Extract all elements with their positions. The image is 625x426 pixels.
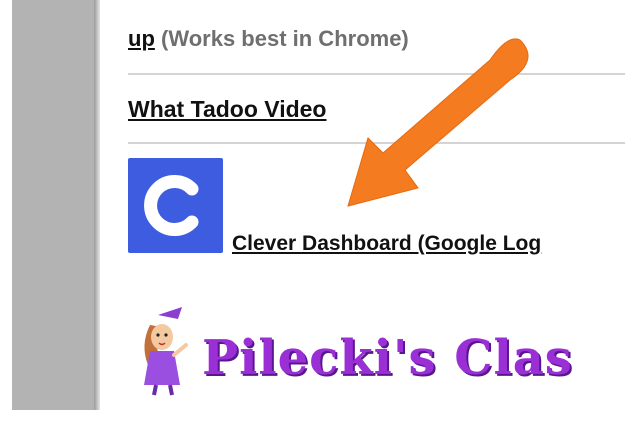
arrow-annotation-icon (347, 38, 529, 207)
